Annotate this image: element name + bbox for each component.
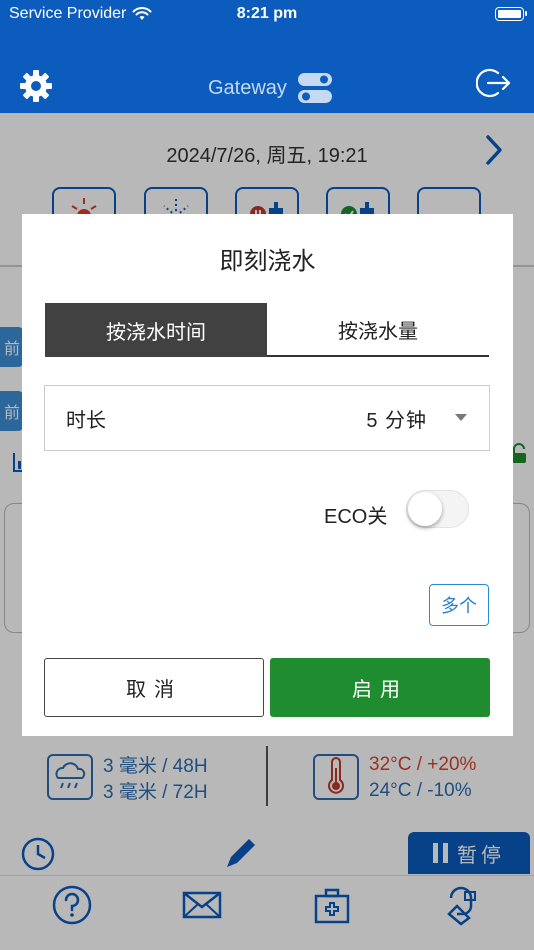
eco-label: ECO关 xyxy=(324,506,388,528)
gateway-title: Gateway xyxy=(208,76,287,99)
eco-toggle-knob xyxy=(408,492,442,526)
caret-down-icon xyxy=(455,414,467,421)
status-time: 8:21 pm xyxy=(236,5,298,22)
battery-icon xyxy=(495,7,527,21)
enable-button[interactable]: 启用 xyxy=(270,658,490,717)
tab-by-time[interactable]: 按浇水时间 xyxy=(45,303,267,357)
eco-toggle[interactable] xyxy=(406,490,469,528)
multiple-button[interactable]: 多个 xyxy=(429,584,489,626)
duration-select[interactable]: 时长 5 分钟 xyxy=(44,385,490,451)
duration-label: 时长 xyxy=(66,409,106,432)
gear-icon[interactable] xyxy=(18,68,54,104)
gateway-selector[interactable]: Gateway xyxy=(208,72,333,104)
tab-by-volume[interactable]: 按浇水量 xyxy=(267,303,489,357)
logout-icon[interactable] xyxy=(476,65,512,101)
toggle-icon xyxy=(297,73,332,103)
water-now-dialog: 即刻浇水 按浇水时间 按浇水量 时长 5 分钟 ECO关 多个 取消 启用 xyxy=(22,214,513,736)
app-header: Service Provider 8:21 pm Gateway xyxy=(0,0,534,113)
duration-value: 5 分钟 xyxy=(366,409,427,432)
cancel-button[interactable]: 取消 xyxy=(44,658,264,717)
dialog-title: 即刻浇水 xyxy=(219,248,316,275)
